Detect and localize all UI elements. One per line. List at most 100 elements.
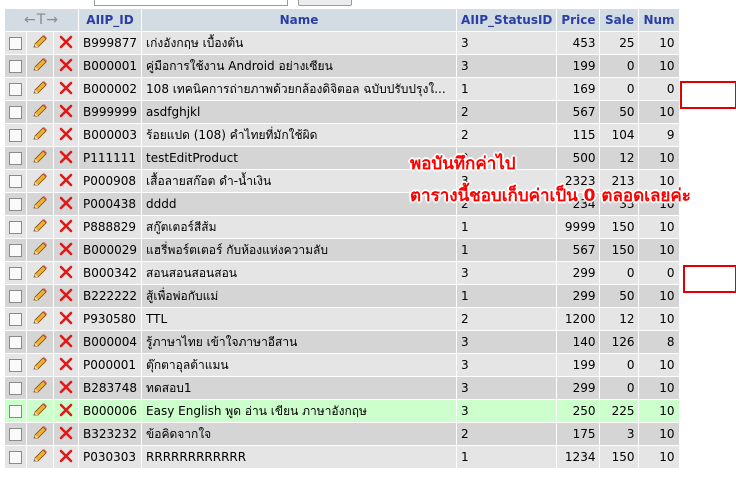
row-checkbox[interactable] [9,290,22,303]
pencil-icon[interactable] [31,333,49,352]
table-row[interactable]: B222222 สู้เพื่อพ่อกับแม่ 1 299 50 10 [5,285,679,307]
delete-icon[interactable] [59,81,73,98]
delete-icon[interactable] [59,426,73,443]
cell-num: 0 [639,78,679,100]
table-row[interactable]: P888829 สกู๊ตเตอร์สีส้ม 1 9999 150 10 [5,216,679,238]
table-row[interactable]: B000342 สอนสอนสอนสอน 3 299 0 0 [5,262,679,284]
delete-icon[interactable] [59,449,73,466]
delete-icon[interactable] [59,265,73,282]
row-checkbox[interactable] [9,428,22,441]
pencil-icon[interactable] [31,126,49,145]
pencil-icon[interactable] [31,310,49,329]
table-row[interactable]: B000006 Easy English พูด อ่าน เขียน ภาษาอ… [5,400,679,422]
col-header-num[interactable]: Num [639,9,679,31]
col-header-price[interactable]: Price [557,9,600,31]
row-select-cell [5,78,26,100]
cell-aiip-id: P111111 [79,147,142,169]
table-row[interactable]: P000001 ตุ๊กตาอุลต้าแมน 3 199 0 10 [5,354,679,376]
pencil-icon[interactable] [31,402,49,421]
row-select-cell [5,170,26,192]
delete-icon[interactable] [59,311,73,328]
row-edit-cell [27,354,53,376]
table-row[interactable]: B000029 แฮรี่พอร์ตเตอร์ กับห้องแห่งความลั… [5,239,679,261]
row-checkbox[interactable] [9,313,22,326]
cell-status-id: 1 [457,216,557,238]
delete-icon[interactable] [59,35,73,52]
table-row[interactable]: P111111 testEditProduct 2 500 12 10 [5,147,679,169]
row-checkbox[interactable] [9,359,22,372]
table-row[interactable]: B000003 ร้อยแปด (108) คำไทยที่มักใช้ผิด 2 1… [5,124,679,146]
pencil-icon[interactable] [31,379,49,398]
col-header-status-id[interactable]: AIIP_StatusID [457,9,557,31]
pencil-icon[interactable] [31,448,49,467]
cell-num: 10 [639,55,679,77]
row-checkbox[interactable] [9,152,22,165]
go-button[interactable] [298,0,352,6]
delete-icon[interactable] [59,403,73,420]
pencil-icon[interactable] [31,287,49,306]
row-checkbox[interactable] [9,336,22,349]
delete-icon[interactable] [59,127,73,144]
delete-icon[interactable] [59,150,73,167]
delete-icon[interactable] [59,288,73,305]
row-checkbox[interactable] [9,60,22,73]
row-checkbox[interactable] [9,221,22,234]
pencil-icon[interactable] [31,149,49,168]
cell-sale: 0 [600,55,639,77]
table-row[interactable]: B000001 คู่มือการใช้งาน Android อย่างเซีย… [5,55,679,77]
table-row[interactable]: B000004 รู้ภาษาไทย เข้าใจภาษาอีสาน 3 140 126… [5,331,679,353]
row-checkbox[interactable] [9,106,22,119]
cell-status-id: 3 [457,400,557,422]
table-row[interactable]: B000002 108 เทคนิคการถ่ายภาพด้วยกล้องดิจิ… [5,78,679,100]
row-select-cell [5,446,26,468]
column-nav-arrows[interactable]: ←T→ [5,9,78,31]
table-row[interactable]: B999877 เก่งอังกฤษ เบื้องต้น 3 453 25 10 [5,32,679,54]
row-checkbox[interactable] [9,37,22,50]
row-checkbox[interactable] [9,83,22,96]
pencil-icon[interactable] [31,218,49,237]
col-header-aiip-id[interactable]: AIIP_ID [79,9,142,31]
pencil-icon[interactable] [31,356,49,375]
row-checkbox[interactable] [9,175,22,188]
col-header-sale[interactable]: Sale [600,9,639,31]
delete-icon[interactable] [59,173,73,190]
delete-icon[interactable] [59,242,73,259]
row-edit-cell [27,331,53,353]
table-row[interactable]: B283748 ทดสอบ1 3 299 0 10 [5,377,679,399]
pencil-icon[interactable] [31,425,49,444]
pencil-icon[interactable] [31,172,49,191]
cell-aiip-id: B000006 [79,400,142,422]
row-checkbox[interactable] [9,244,22,257]
row-checkbox[interactable] [9,451,22,464]
delete-icon[interactable] [59,196,73,213]
delete-icon[interactable] [59,104,73,121]
table-row[interactable]: P930580 TTL 2 1200 12 10 [5,308,679,330]
row-checkbox[interactable] [9,405,22,418]
delete-icon[interactable] [59,334,73,351]
delete-icon[interactable] [59,219,73,236]
pencil-icon[interactable] [31,195,49,214]
table-row[interactable]: B323232 ข้อคิดจากใจ 2 175 3 10 [5,423,679,445]
table-row[interactable]: B999999 asdfghjkl 2 567 50 10 [5,101,679,123]
row-checkbox[interactable] [9,267,22,280]
table-row[interactable]: P030303 RRRRRRRRRRRR 1 1234 150 10 [5,446,679,468]
delete-icon[interactable] [59,380,73,397]
row-delete-cell [54,216,78,238]
row-checkbox[interactable] [9,382,22,395]
pencil-icon[interactable] [31,103,49,122]
delete-icon[interactable] [59,357,73,374]
row-checkbox[interactable] [9,129,22,142]
cell-price: 169 [557,78,600,100]
pencil-icon[interactable] [31,34,49,53]
pencil-icon[interactable] [31,241,49,260]
row-delete-cell [54,262,78,284]
row-select-cell [5,239,26,261]
pencil-icon[interactable] [31,264,49,283]
cell-aiip-id: B283748 [79,377,142,399]
delete-icon[interactable] [59,58,73,75]
pencil-icon[interactable] [31,57,49,76]
search-input[interactable] [94,0,288,6]
pencil-icon[interactable] [31,80,49,99]
col-header-name[interactable]: Name [142,9,457,31]
row-checkbox[interactable] [9,198,22,211]
